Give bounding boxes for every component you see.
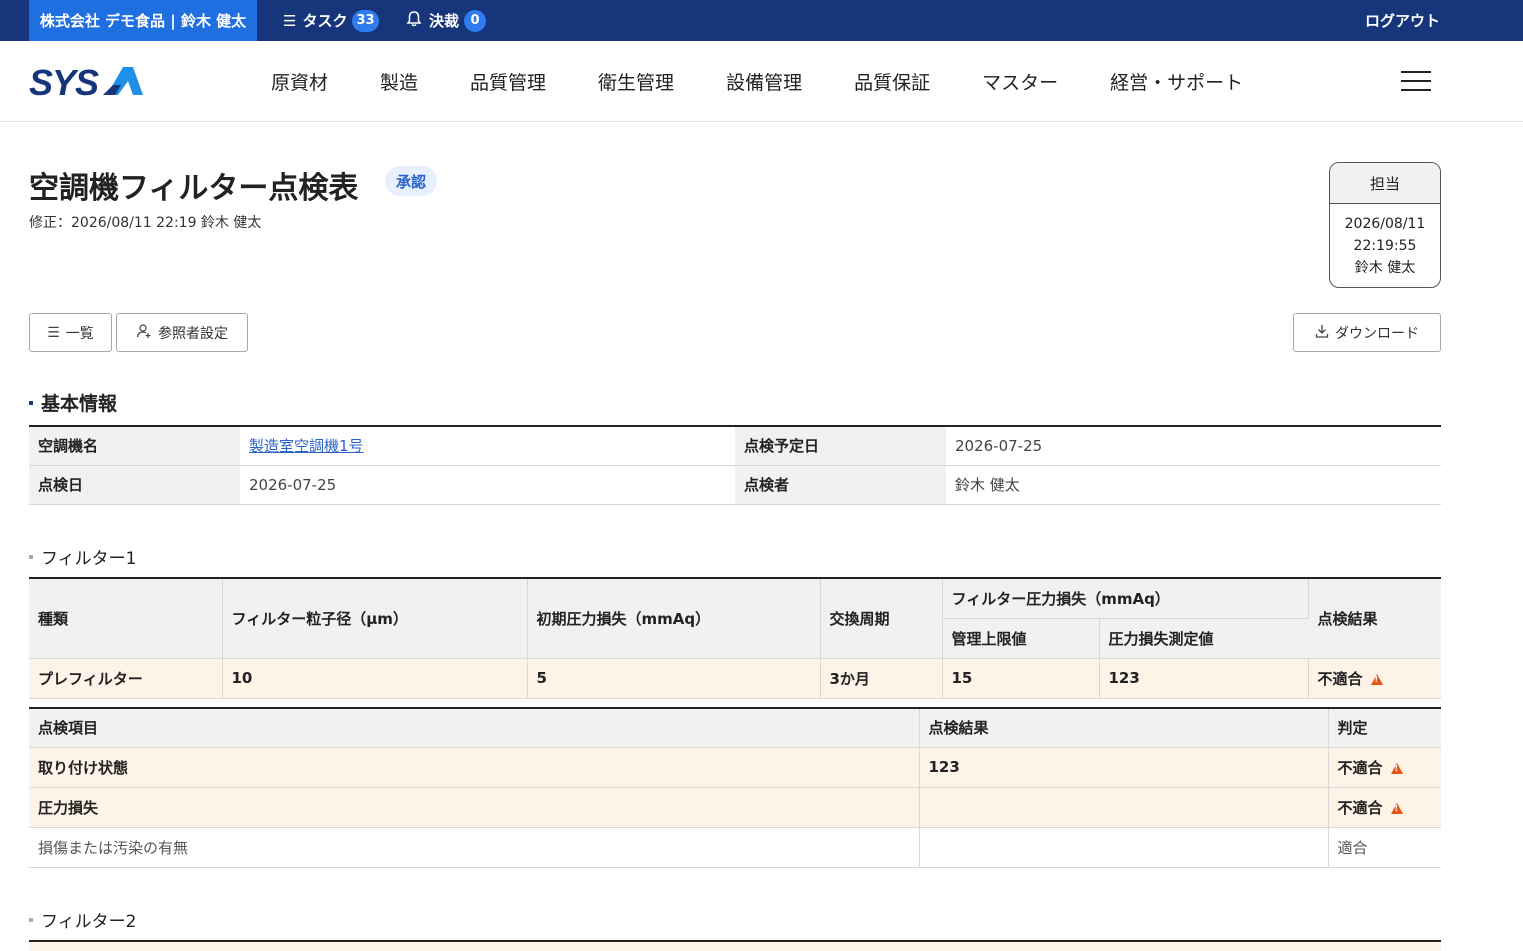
filter1-items-table: 点検項目 点検結果 判定 取り付け状態 123 不適合 圧力損失 不適合 損傷ま…	[29, 707, 1441, 868]
table-row: 取り付け状態 123 不適合	[29, 747, 1441, 788]
cell-initial: 5	[527, 658, 821, 699]
filter2-table-row	[29, 942, 1441, 951]
item-result	[919, 827, 1329, 868]
col-header: 点検結果	[1308, 578, 1441, 659]
item-result	[919, 787, 1329, 828]
list-button[interactable]: ☰ 一覧	[29, 313, 112, 352]
warning-icon	[1390, 802, 1403, 814]
nav-item-quality-control[interactable]: 品質管理	[444, 68, 572, 95]
cell-particle: 10	[222, 658, 528, 699]
nav-item-materials[interactable]: 原資材	[245, 68, 354, 95]
main-nav: 原資材 製造 品質管理 衛生管理 設備管理 品質保証 マスター 経営・サポート	[245, 41, 1269, 122]
tasks-link[interactable]: ☰ タスク 33	[283, 0, 379, 41]
col-header: 交換周期	[820, 578, 943, 659]
list-icon: ☰	[47, 324, 60, 341]
approval-stamp: 担当 2026/08/11 22:19:55 鈴木 健太	[1329, 162, 1441, 288]
nav-item-quality-assurance[interactable]: 品質保証	[828, 68, 956, 95]
nav-item-manufacturing[interactable]: 製造	[354, 68, 444, 95]
col-header: 初期圧力損失（mmAq）	[527, 578, 821, 659]
item-judge: 不適合	[1328, 787, 1441, 828]
svg-text:SYS: SYS	[29, 65, 99, 99]
col-header: 圧力損失測定値	[1099, 618, 1308, 659]
info-value: 2026-07-25	[946, 426, 1441, 466]
col-header: 点検項目	[29, 708, 920, 748]
table-row: 損傷または汚染の有無 適合	[29, 827, 1441, 868]
info-label: 空調機名	[29, 426, 240, 466]
bell-icon	[405, 10, 423, 32]
company-user-label[interactable]: 株式会社 デモ食品 | 鈴木 健太	[29, 0, 257, 41]
tasks-label: タスク	[302, 12, 348, 30]
logout-link[interactable]: ログアウト	[1365, 0, 1440, 41]
stamp-name: 鈴木 健太	[1354, 260, 1416, 276]
page-title: 空調機フィルター点検表	[29, 171, 359, 206]
info-value: 2026-07-25	[240, 465, 735, 505]
info-label: 点検者	[735, 465, 946, 505]
stamp-date: 2026/08/11	[1344, 216, 1426, 232]
cell-type: プレフィルター	[29, 658, 223, 699]
table-row: 空調機名 製造室空調機1号 点検予定日 2026-07-25	[29, 426, 1441, 466]
col-header: 判定	[1328, 708, 1441, 748]
item-name: 取り付け状態	[29, 747, 920, 788]
nav-item-hygiene[interactable]: 衛生管理	[572, 68, 700, 95]
cell-cycle: 3か月	[820, 658, 943, 699]
list-button-label: 一覧	[65, 325, 94, 342]
filter1-heading: フィルター1	[29, 544, 136, 569]
cell-limit: 15	[942, 658, 1100, 699]
table-row: 点検日 2026-07-25 点検者 鈴木 健太	[29, 465, 1441, 505]
info-value: 製造室空調機1号	[240, 426, 735, 466]
item-judge: 不適合	[1328, 747, 1441, 788]
list-icon: ☰	[283, 11, 297, 30]
top-bar: 株式会社 デモ食品 | 鈴木 健太 ☰ タスク 33 決裁 0 ログアウト	[0, 0, 1523, 41]
filter1-spec-table: 種類 フィルター粒子径（µm） 初期圧力損失（mmAq） 交換周期 フィルター圧…	[29, 577, 1441, 699]
stamp-time: 22:19:55	[1353, 238, 1417, 254]
cell-measured: 123	[1099, 658, 1309, 699]
filter2-heading: フィルター2	[29, 907, 136, 932]
col-header: フィルター粒子径（µm）	[222, 578, 528, 659]
basic-info-table: 空調機名 製造室空調機1号 点検予定日 2026-07-25 点検日 2026-…	[29, 425, 1441, 505]
table-row: プレフィルター 10 5 3か月 15 123 不適合	[29, 658, 1441, 699]
stamp-label: 担当	[1330, 163, 1440, 204]
info-value: 鈴木 健太	[946, 465, 1441, 505]
download-button-label: ダウンロード	[1335, 325, 1419, 342]
approvals-link[interactable]: 決裁 0	[405, 0, 487, 41]
col-header: 管理上限値	[942, 618, 1100, 659]
sysa-logo[interactable]: SYS	[29, 65, 149, 99]
tasks-count-badge: 33	[352, 9, 379, 32]
warning-icon	[1370, 673, 1383, 685]
status-badge: 承認	[385, 166, 438, 196]
item-name: 損傷または汚染の有無	[29, 827, 920, 868]
info-label: 点検日	[29, 465, 240, 505]
warning-icon	[1390, 762, 1403, 774]
basic-info-heading: 基本情報	[29, 389, 117, 416]
nav-item-equipment[interactable]: 設備管理	[700, 68, 828, 95]
aircon-name-link[interactable]: 製造室空調機1号	[249, 437, 364, 455]
approvals-label: 決裁	[429, 12, 460, 30]
hamburger-menu-icon[interactable]	[1401, 71, 1431, 91]
col-header: 点検結果	[919, 708, 1329, 748]
download-icon	[1315, 324, 1329, 342]
nav-item-management[interactable]: 経営・サポート	[1084, 68, 1269, 95]
modified-info: 修正：2026/08/11 22:19 鈴木 健太	[29, 215, 262, 231]
main-header: SYS 原資材 製造 品質管理 衛生管理 設備管理 品質保証 マスター 経営・サ…	[0, 41, 1523, 122]
nav-item-master[interactable]: マスター	[956, 68, 1084, 95]
item-result: 123	[919, 747, 1329, 788]
col-header-group: フィルター圧力損失（mmAq）	[942, 578, 1309, 619]
download-button[interactable]: ダウンロード	[1293, 313, 1441, 352]
col-header: 種類	[29, 578, 223, 659]
user-add-icon	[136, 323, 152, 343]
table-row: 圧力損失 不適合	[29, 787, 1441, 828]
viewers-setting-button[interactable]: 参照者設定	[116, 313, 248, 352]
item-judge: 適合	[1328, 827, 1441, 868]
item-name: 圧力損失	[29, 787, 920, 828]
approvals-count-badge: 0	[464, 9, 487, 32]
viewers-button-label: 参照者設定	[158, 325, 228, 342]
info-label: 点検予定日	[735, 426, 946, 466]
cell-result: 不適合	[1308, 658, 1441, 699]
